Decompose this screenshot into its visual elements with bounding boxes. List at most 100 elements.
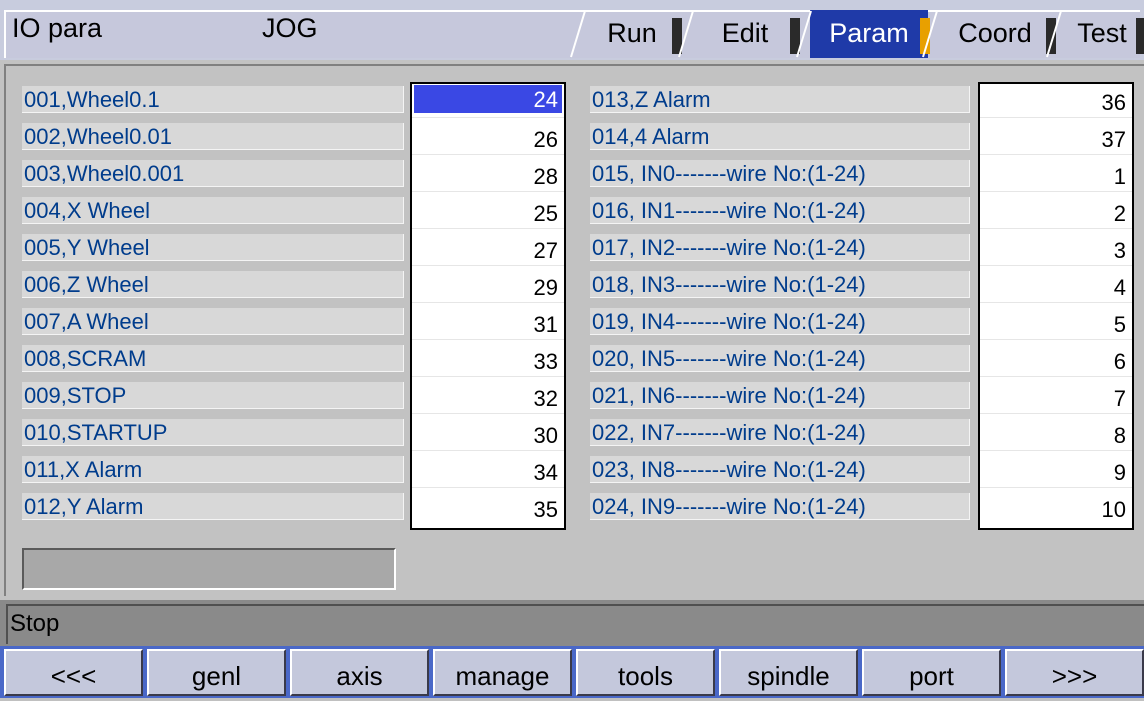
tab-label: Edit — [721, 18, 769, 48]
param-label: 014,4 Alarm — [590, 123, 970, 150]
param-value[interactable]: 7 — [982, 380, 1130, 413]
param-value[interactable]: 35 — [414, 491, 562, 524]
value-row-divider — [412, 339, 564, 340]
param-label: 021, IN6-------wire No:(1-24) — [590, 382, 970, 409]
param-value[interactable]: 1 — [982, 158, 1130, 191]
param-label: 024, IN9-------wire No:(1-24) — [590, 493, 970, 520]
param-value-text: 31 — [533, 312, 558, 337]
status-bar: Stop — [0, 600, 1144, 646]
value-row-divider — [412, 191, 564, 192]
back-button[interactable]: <<< — [4, 649, 143, 696]
param-label: 022, IN7-------wire No:(1-24) — [590, 419, 970, 446]
param-value[interactable]: 36 — [982, 84, 1130, 117]
param-value[interactable]: 4 — [982, 269, 1130, 302]
param-value[interactable]: 10 — [982, 491, 1130, 524]
param-label: 001,Wheel0.1 — [22, 86, 404, 113]
param-value[interactable]: 33 — [414, 343, 562, 376]
param-label: 019, IN4-------wire No:(1-24) — [590, 308, 970, 335]
param-value[interactable]: 34 — [414, 454, 562, 487]
value-input[interactable] — [22, 548, 396, 590]
value-row-divider — [412, 154, 564, 155]
param-label: 005,Y Wheel — [22, 234, 404, 261]
param-label: 006,Z Wheel — [22, 271, 404, 298]
param-value[interactable]: 28 — [414, 158, 562, 191]
value-row-divider — [980, 228, 1132, 229]
param-value[interactable]: 2 — [982, 195, 1130, 228]
param-label: 008,SCRAM — [22, 345, 404, 372]
port-button[interactable]: port — [862, 649, 1001, 696]
param-value[interactable]: 6 — [982, 343, 1130, 376]
tab-test[interactable]: Test — [1046, 10, 1144, 58]
param-value-text: 8 — [1113, 423, 1126, 448]
tab-strip: Run Edit Param Coord Test — [560, 10, 1144, 58]
param-value-text: 30 — [533, 423, 558, 448]
value-row-divider — [980, 376, 1132, 377]
param-value[interactable]: 27 — [414, 232, 562, 265]
tab-label: Run — [607, 18, 657, 48]
value-row-divider — [412, 413, 564, 414]
param-value-text: 32 — [533, 386, 558, 411]
param-value[interactable]: 31 — [414, 306, 562, 339]
spindle-button[interactable]: spindle — [719, 649, 858, 696]
value-row-divider — [980, 154, 1132, 155]
param-label: 011,X Alarm — [22, 456, 404, 483]
param-value-text: 29 — [533, 275, 558, 300]
value-row-divider — [980, 117, 1132, 118]
status-frame — [6, 604, 1144, 644]
param-value-text: 34 — [533, 460, 558, 485]
next-button[interactable]: >>> — [1005, 649, 1144, 696]
param-label: 020, IN5-------wire No:(1-24) — [590, 345, 970, 372]
tab-label: Test — [1077, 18, 1127, 48]
param-value-text: 24 — [533, 87, 558, 112]
tab-coord[interactable]: Coord — [922, 10, 1056, 58]
param-label: 013,Z Alarm — [590, 86, 970, 113]
param-label: 010,STARTUP — [22, 419, 404, 446]
param-value[interactable]: 25 — [414, 195, 562, 228]
param-label: 017, IN2-------wire No:(1-24) — [590, 234, 970, 261]
param-value-text: 7 — [1113, 386, 1126, 411]
param-value[interactable]: 3 — [982, 232, 1130, 265]
tab-notch — [1136, 18, 1144, 54]
param-value[interactable]: 32 — [414, 380, 562, 413]
genl-button[interactable]: genl — [147, 649, 286, 696]
param-label: 003,Wheel0.001 — [22, 160, 404, 187]
status-text: Stop — [10, 610, 60, 637]
param-value[interactable]: 26 — [414, 121, 562, 154]
param-value[interactable]: 9 — [982, 454, 1130, 487]
param-value[interactable]: 5 — [982, 306, 1130, 339]
tab-param[interactable]: Param — [796, 10, 930, 58]
axis-button[interactable]: axis — [290, 649, 429, 696]
param-label: 023, IN8-------wire No:(1-24) — [590, 456, 970, 483]
param-value[interactable]: 29 — [414, 269, 562, 302]
param-value-text: 10 — [1101, 497, 1126, 522]
value-row-divider — [980, 339, 1132, 340]
tab-run[interactable]: Run — [570, 10, 682, 58]
param-value[interactable]: 8 — [982, 417, 1130, 450]
param-value-text: 6 — [1113, 349, 1126, 374]
value-row-divider — [412, 228, 564, 229]
value-row-divider — [980, 265, 1132, 266]
tab-label: Coord — [958, 18, 1032, 48]
param-value-text: 26 — [533, 127, 558, 152]
tab-label: Param — [829, 18, 909, 48]
param-label: 009,STOP — [22, 382, 404, 409]
param-value-text: 4 — [1113, 275, 1126, 300]
value-row-divider — [412, 117, 564, 118]
parameter-panel: 001,Wheel0.1 24 002,Wheel0.01 26 003,Wheel0.… — [0, 60, 1144, 600]
tab-edit[interactable]: Edit — [678, 10, 800, 58]
page-title: IO para — [12, 13, 103, 43]
param-value-text: 33 — [533, 349, 558, 374]
param-value[interactable]: 37 — [982, 121, 1130, 154]
param-value-text: 5 — [1113, 312, 1126, 337]
value-row-divider — [980, 413, 1132, 414]
param-value-text: 36 — [1101, 90, 1126, 115]
param-value[interactable]: 24 — [414, 85, 562, 113]
param-value[interactable]: 30 — [414, 417, 562, 450]
param-value-text: 25 — [533, 201, 558, 226]
param-value-text: 3 — [1113, 238, 1126, 263]
value-row-divider — [412, 487, 564, 488]
tools-button[interactable]: tools — [576, 649, 715, 696]
function-key-bar: <<< genl axis manage tools spindle port >>> — [0, 646, 1144, 698]
manage-button[interactable]: manage — [433, 649, 572, 696]
param-label: 004,X Wheel — [22, 197, 404, 224]
